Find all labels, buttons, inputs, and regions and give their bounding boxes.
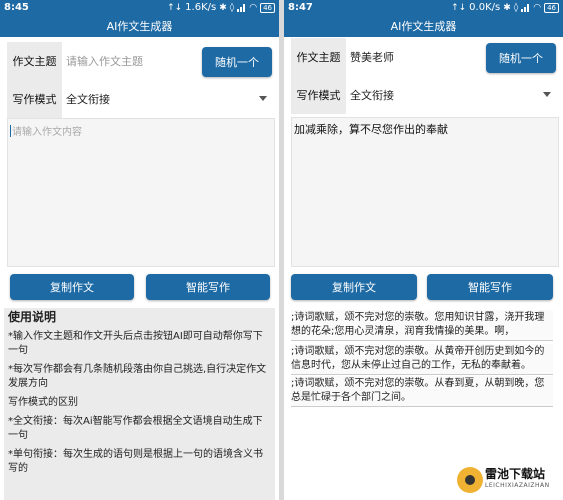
bluetooth-icon: ✱ <box>219 2 227 13</box>
watermark-text: 雷池下载站 LEICHIXIAZAIZHAN <box>485 468 550 492</box>
mode-label: 写作模式 <box>291 76 346 114</box>
status-time: 8:45 <box>4 2 29 13</box>
smart-write-button[interactable]: 智能写作 <box>427 274 553 300</box>
content-placeholder-text: 请输入作文内容 <box>12 127 82 138</box>
topic-label: 作文主题 <box>7 42 62 80</box>
random-button[interactable]: 随机一个 <box>202 47 272 77</box>
suggestion-item[interactable]: ;诗词歌赋，颂不完对您的崇敬。从黄帝开创历史到如今的信息时代，您从未停止过自己的… <box>291 344 553 375</box>
app-title: AI作文生成器 <box>284 17 563 37</box>
status-bar: 8:45 ↑↓ 1.6K/s ✱ ◊ ◠ 46 <box>0 0 279 17</box>
instruction-item: *全文衔接：每次Ai智能写作都会根据全文语境自动生成下一句 <box>8 416 263 441</box>
status-time: 8:47 <box>288 2 313 13</box>
chevron-down-icon[interactable] <box>543 92 551 97</box>
random-button[interactable]: 随机一个 <box>486 43 556 73</box>
content-textarea[interactable]: 请输入作文内容 <box>7 118 275 267</box>
instructions-heading: 使用说明 <box>8 310 57 324</box>
signal-icon <box>521 3 530 12</box>
mode-row: 写作模式 全文衔接 <box>284 76 563 114</box>
network-speed-icon: ↑↓ <box>451 2 467 13</box>
topic-label: 作文主题 <box>291 38 346 76</box>
mode-label: 写作模式 <box>7 80 62 118</box>
instruction-item: *单句衔接：每次生成的语句则是根据上一句的语境含义书写的 <box>8 449 263 474</box>
mode-select[interactable]: 全文衔接 <box>66 80 275 118</box>
smart-write-button[interactable]: 智能写作 <box>146 274 270 300</box>
copy-essay-button[interactable]: 复制作文 <box>10 274 134 300</box>
bluetooth-icon: ✱ <box>503 2 511 13</box>
content-textarea[interactable]: 加减乘除，算不尽您作出的奉献 <box>291 117 559 267</box>
network-speed: 1.6K/s <box>185 2 217 13</box>
mode-row: 写作模式 全文衔接 <box>0 80 279 118</box>
suggestion-item[interactable]: ;诗词歌赋，颂不完对您的崇敬。您用知识甘露，浇开我理想的花朵;您用心灵清泉，润育… <box>291 310 553 341</box>
mute-icon: ◊ <box>229 2 235 13</box>
mute-icon: ◊ <box>513 2 519 13</box>
battery-icon: 46 <box>544 2 559 13</box>
left-phone-screen: 8:45 ↑↓ 1.6K/s ✱ ◊ ◠ 46 AI作文生成器 作文主题 请输入… <box>0 0 279 500</box>
watermark-main: 雷池下载站 <box>485 467 546 481</box>
content-text: 加减乘除，算不尽您作出的奉献 <box>294 123 448 136</box>
watermark-sub: LEICHIXIAZAIZHAN <box>485 482 550 489</box>
right-phone-screen: 8:47 ↑↓ 0.0K/s ✱ ◊ ◠ 46 AI作文生成器 作文主题 赞美老… <box>284 0 563 500</box>
watermark: 雷池下载站 LEICHIXIAZAIZHAN <box>457 464 561 496</box>
instruction-item: *每次写作都会有几条随机段落由你自己挑选,自行决定作文发展方向 <box>8 364 267 389</box>
wifi-icon: ◠ <box>533 2 542 13</box>
network-speed: 0.0K/s <box>469 2 501 13</box>
text-cursor <box>10 124 11 137</box>
suggestion-item[interactable]: ;诗词歌赋，颂不完对您的崇敬。从春到夏，从朝到晚，您总是忙碌于各个部门之间。 <box>291 376 553 407</box>
copy-essay-button[interactable]: 复制作文 <box>291 274 417 300</box>
instructions-panel: 使用说明 *输入作文主题和作文开头后点击按钮AI即可自动帮你写下一句 *每次写作… <box>4 308 275 500</box>
content-placeholder: 请输入作文内容 <box>8 119 274 142</box>
status-icons: ↑↓ 0.0K/s ✱ ◊ ◠ 46 <box>451 2 559 13</box>
mode-select[interactable]: 全文衔接 <box>350 76 559 114</box>
wifi-icon: ◠ <box>249 2 258 13</box>
instruction-item: 写作模式的区别 <box>8 397 78 408</box>
status-icons: ↑↓ 1.6K/s ✱ ◊ ◠ 46 <box>167 2 275 13</box>
status-bar: 8:47 ↑↓ 0.0K/s ✱ ◊ ◠ 46 <box>284 0 563 17</box>
chevron-down-icon[interactable] <box>259 96 267 101</box>
topic-row: 作文主题 赞美老师 随机一个 <box>284 38 563 76</box>
battery-icon: 46 <box>260 2 275 13</box>
network-speed-icon: ↑↓ <box>167 2 183 13</box>
watermark-logo-icon <box>457 467 483 493</box>
instruction-item: *输入作文主题和作文开头后点击按钮AI即可自动帮你写下一句 <box>8 331 263 356</box>
topic-row: 作文主题 请输入作文主题 随机一个 <box>0 42 279 80</box>
app-title: AI作文生成器 <box>0 17 279 37</box>
signal-icon <box>237 3 246 12</box>
